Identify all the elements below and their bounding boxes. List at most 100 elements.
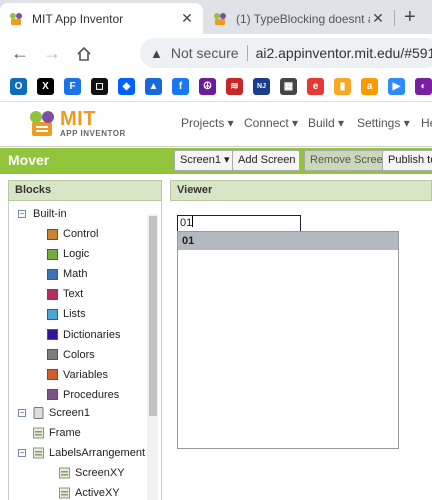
collapse-icon[interactable]: −	[18, 449, 26, 457]
new-tab-button[interactable]: +	[404, 6, 416, 28]
arrangement-component-icon	[33, 447, 44, 459]
category-color-swatch	[47, 228, 58, 240]
category-label: Lists	[63, 308, 86, 321]
doc-icon[interactable]: F	[64, 78, 81, 95]
app-inventor-logo[interactable]: MIT APP INVENTOR	[26, 108, 146, 142]
text-caret	[192, 216, 194, 227]
forward-arrow-icon[interactable]: →	[36, 43, 68, 64]
collapse-icon[interactable]: −	[18, 409, 26, 417]
block-category-math[interactable]: Math	[47, 265, 87, 283]
back-arrow-icon[interactable]: ←	[4, 43, 36, 64]
tree-builtin-label: Built-in	[33, 208, 67, 220]
close-tab-icon[interactable]: ✕	[370, 10, 386, 27]
menu-projects[interactable]: Projects ▾	[181, 116, 234, 130]
app-inventor-favicon-icon	[214, 12, 226, 25]
omnibox-divider	[246, 45, 248, 61]
tree-builtin[interactable]: − Built-in	[18, 205, 67, 223]
typeblock-suggestion-list: 01	[177, 231, 399, 449]
publish-button[interactable]: Publish to	[382, 150, 432, 171]
component-frame[interactable]: Frame	[18, 424, 81, 442]
screen-icon	[33, 407, 44, 419]
label-component-icon	[59, 487, 70, 499]
project-name: Mover	[8, 152, 50, 168]
address-bar[interactable]: ▲ Not secure ai2.appinventor.mit.edu/#59…	[140, 38, 432, 68]
category-color-swatch	[47, 349, 58, 361]
category-color-swatch	[47, 248, 58, 260]
ebay-icon[interactable]: e	[307, 78, 324, 95]
suggestion-item-selected[interactable]: 01	[178, 232, 398, 250]
blocks-panel-header: Blocks	[8, 180, 162, 201]
facebook-icon[interactable]: f	[172, 78, 189, 95]
category-label: Colors	[63, 348, 95, 361]
menu-settings[interactable]: Settings ▾	[357, 116, 410, 130]
category-label: Text	[63, 288, 84, 301]
block-category-dictionaries[interactable]: Dictionaries	[47, 326, 120, 344]
project-toolbar: Mover Screen1 ▾ Add Screen ... Remove Sc…	[0, 148, 432, 174]
menu-help[interactable]: He	[421, 116, 432, 130]
browser-nav-bar: ← → ▲ Not secure ai2.appinventor.mit.edu…	[0, 34, 432, 72]
viewer-panel-header: Viewer	[170, 180, 432, 201]
amazon-icon[interactable]: a	[361, 78, 378, 95]
tab-mit-app-inventor[interactable]: MIT App Inventor ✕	[0, 3, 203, 34]
category-color-swatch	[47, 329, 58, 340]
category-color-swatch	[47, 369, 58, 381]
menu-connect[interactable]: Connect ▾	[244, 116, 298, 130]
block-category-control[interactable]: Control	[47, 225, 98, 243]
app-inventor-favicon-icon	[10, 12, 22, 25]
bookmarks-bar: O X F ◻ ◆ ▲ f ☮ ≋ NJ ▦ e ▮ a ▶ ◐	[0, 72, 432, 102]
add-screen-button[interactable]: Add Screen ...	[232, 150, 300, 171]
logo-mit-text: MIT	[60, 108, 96, 130]
book-icon[interactable]: ▦	[280, 78, 297, 95]
dropbox-icon[interactable]: ◆	[118, 78, 135, 95]
block-category-colors[interactable]: Colors	[47, 346, 95, 364]
category-color-swatch	[47, 268, 58, 280]
component-screenxy[interactable]: ScreenXY	[44, 464, 125, 482]
close-tab-icon[interactable]: ✕	[179, 10, 195, 27]
home-icon[interactable]	[68, 43, 100, 64]
component-label: ScreenXY	[75, 467, 125, 479]
block-category-lists[interactable]: Lists	[47, 305, 86, 323]
category-label: Dictionaries	[63, 328, 121, 341]
collapse-icon[interactable]: −	[18, 210, 26, 218]
screen-select-dropdown[interactable]: Screen1 ▾	[174, 150, 236, 171]
block-category-logic[interactable]: Logic	[47, 245, 89, 263]
media-icon[interactable]: ◐	[415, 78, 432, 95]
zoom-icon[interactable]: ▶	[388, 78, 405, 95]
frame-component-icon	[33, 427, 44, 439]
bee-logo-icon	[30, 111, 54, 136]
peace-icon[interactable]: ☮	[199, 78, 216, 95]
category-label: Variables	[63, 368, 109, 381]
tab-separator	[394, 10, 395, 26]
typeblock-input-value: 01	[180, 217, 193, 229]
category-color-swatch	[47, 308, 58, 320]
tab-title: MIT App Inventor	[32, 11, 124, 26]
component-activexy[interactable]: ActiveXY	[44, 484, 120, 500]
menu-build[interactable]: Build ▾	[308, 116, 344, 130]
block-category-variables[interactable]: Variables	[47, 366, 108, 384]
block-category-text[interactable]: Text	[47, 285, 83, 303]
warning-triangle-icon[interactable]: ▲	[150, 46, 163, 61]
component-label: Frame	[49, 427, 81, 439]
nj-icon[interactable]: NJ	[253, 78, 270, 95]
app-header: MIT APP INVENTOR Projects ▾ Connect ▾ Bu…	[0, 102, 432, 147]
tab-typeblocking[interactable]: (1) TypeBlocking doesnt always ✕	[204, 3, 394, 34]
tab-title: (1) TypeBlocking doesnt always	[236, 11, 370, 26]
component-labelsarrangement[interactable]: − LabelsArrangement	[18, 444, 145, 462]
bank-icon[interactable]: ≋	[226, 78, 243, 95]
tree-screen1[interactable]: − Screen1	[18, 404, 90, 422]
block-category-procedures[interactable]: Procedures	[47, 386, 119, 404]
bag-icon[interactable]: ▮	[334, 78, 351, 95]
category-color-swatch	[47, 389, 58, 401]
x-icon[interactable]: X	[37, 78, 54, 95]
component-label: ActiveXY	[75, 487, 120, 499]
typeblock-input[interactable]: 01	[177, 215, 301, 232]
category-label: Procedures	[63, 388, 120, 401]
category-label: Math	[63, 268, 88, 281]
outlook-icon[interactable]: O	[10, 78, 27, 95]
blocks-scrollbar-thumb[interactable]	[149, 216, 157, 416]
square-icon[interactable]: ◻	[91, 78, 108, 95]
atlassian-icon[interactable]: ▲	[145, 78, 162, 95]
url-text: ai2.appinventor.mit.edu/#591	[255, 45, 432, 61]
logo-appinventor-text: APP INVENTOR	[60, 129, 126, 138]
category-color-swatch	[47, 288, 58, 300]
